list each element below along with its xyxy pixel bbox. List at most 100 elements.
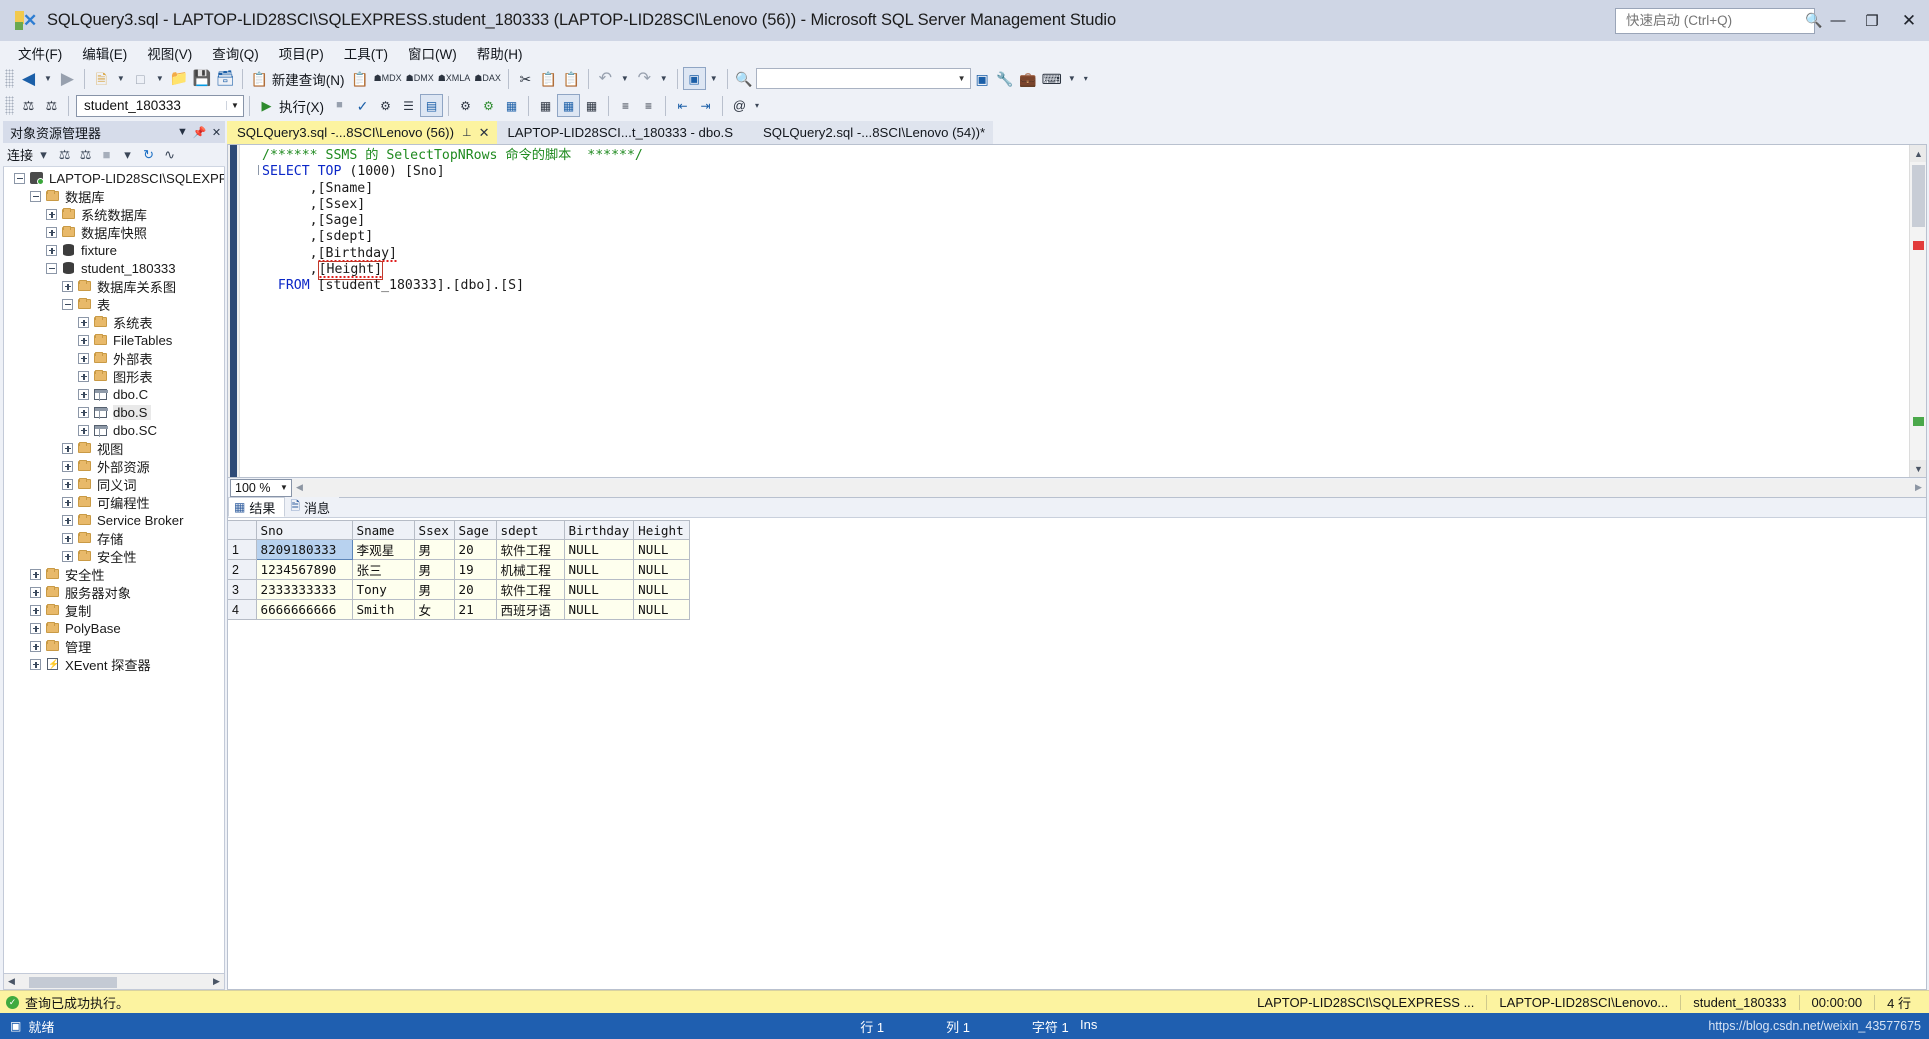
navigate-forward-icon[interactable]: ▶ bbox=[56, 67, 79, 90]
include-live-stats-icon[interactable]: ⚙ bbox=[477, 94, 500, 117]
tree-node[interactable]: 复制 bbox=[4, 601, 224, 619]
tree-expander-icon[interactable] bbox=[46, 262, 57, 274]
tree-expander-icon[interactable] bbox=[46, 244, 57, 256]
tree-expander-icon[interactable] bbox=[62, 442, 73, 454]
grid-cell[interactable]: NULL bbox=[633, 559, 691, 580]
table-row[interactable]: 4 6666666666 Smith 女 21 西班牙语 NULL NULL bbox=[228, 599, 691, 620]
disconnect-plug-icon[interactable]: ⚖ bbox=[75, 147, 96, 163]
menu-query[interactable]: 查询(Q) bbox=[202, 41, 269, 65]
tree-node[interactable]: 数据库快照 bbox=[4, 223, 224, 241]
quick-launch-input[interactable] bbox=[1624, 12, 1805, 29]
editor-code[interactable]: /****** SSMS 的 SelectTopNRows 命令的脚本 ****… bbox=[258, 145, 1909, 477]
database-selector-arrow-icon[interactable]: ▼ bbox=[226, 101, 243, 110]
minimize-button[interactable]: — bbox=[1821, 0, 1855, 41]
tab-close-icon[interactable]: ✕ bbox=[479, 125, 490, 141]
find-combo[interactable]: ▼ bbox=[755, 68, 971, 89]
tree-node[interactable]: dbo.C bbox=[4, 385, 224, 403]
grid-cell[interactable]: 20 bbox=[453, 539, 497, 560]
results-grid[interactable]: Sno Sname Ssex Sage sdept Birthday Height 1 8209… bbox=[228, 520, 691, 620]
options-wrench-icon[interactable]: 🔧 bbox=[994, 67, 1017, 90]
tree-node[interactable]: 安全性 bbox=[4, 565, 224, 583]
menu-project[interactable]: 项目(P) bbox=[269, 41, 334, 65]
tree-node[interactable]: Service Broker bbox=[4, 511, 224, 529]
editor-scroll-down-icon[interactable]: ▼ bbox=[1910, 460, 1926, 477]
tree-expander-icon[interactable] bbox=[62, 280, 73, 292]
panel-close-icon[interactable]: ✕ bbox=[208, 126, 225, 139]
menu-file[interactable]: 文件(F) bbox=[8, 41, 72, 65]
editor-scroll-up-icon[interactable]: ▲ bbox=[1910, 145, 1926, 162]
grid-row-number[interactable]: 1 bbox=[228, 539, 257, 560]
sqlcmd-mode-icon[interactable]: ▦ bbox=[500, 94, 523, 117]
grid-cell[interactable]: 20 bbox=[453, 579, 497, 600]
grid-cell[interactable]: Smith bbox=[351, 599, 415, 620]
menu-window[interactable]: 窗口(W) bbox=[398, 41, 467, 65]
navigate-back-icon[interactable]: ◀ bbox=[17, 67, 40, 90]
menu-view[interactable]: 视图(V) bbox=[137, 41, 202, 65]
undo-dropdown-icon[interactable]: ▼ bbox=[617, 74, 633, 83]
new-query-icon[interactable]: 📋 bbox=[248, 67, 271, 90]
tab-messages[interactable]: 🗎 消息 bbox=[285, 497, 340, 517]
tree-expander-icon[interactable] bbox=[14, 172, 25, 184]
xml-editor-icon[interactable]: ▣ bbox=[971, 67, 994, 90]
new-mdx-query-icon[interactable]: ☗MDX bbox=[372, 67, 404, 90]
add-new-item-icon[interactable]: □ bbox=[129, 67, 152, 90]
tree-expander-icon[interactable] bbox=[30, 640, 41, 652]
hscroll-thumb[interactable] bbox=[29, 976, 117, 988]
menu-edit[interactable]: 编辑(E) bbox=[72, 41, 137, 65]
display-estimated-plan-icon[interactable]: ⚙ bbox=[374, 94, 397, 117]
grid-cell[interactable]: 张三 bbox=[351, 559, 415, 580]
close-button[interactable]: ✕ bbox=[1889, 0, 1929, 41]
tree-expander-icon[interactable] bbox=[78, 388, 89, 400]
results-to-file-icon[interactable]: ▦ bbox=[580, 94, 603, 117]
grid-cell[interactable]: NULL bbox=[563, 579, 635, 600]
tree-node[interactable]: student_180333 bbox=[4, 259, 224, 277]
tree-expander-icon[interactable] bbox=[46, 208, 57, 220]
tree-node[interactable]: LAPTOP-LID28SCI\SQLEXPRES bbox=[4, 169, 224, 187]
comment-lines-icon[interactable]: ≡ bbox=[614, 94, 637, 117]
sql-editor[interactable]: /****** SSMS 的 SelectTopNRows 命令的脚本 ****… bbox=[227, 144, 1927, 478]
toolbar-overflow-icon[interactable]: ▾ bbox=[1080, 74, 1092, 83]
grid-cell[interactable]: 6666666666 bbox=[255, 599, 353, 620]
refresh-icon[interactable]: ↻ bbox=[138, 147, 159, 163]
copy-icon[interactable]: 📋 bbox=[537, 67, 560, 90]
tree-node[interactable]: 系统表 bbox=[4, 313, 224, 331]
add-item-dropdown-icon[interactable]: ▼ bbox=[152, 74, 168, 83]
new-dmx-query-icon[interactable]: ☗DMX bbox=[404, 67, 436, 90]
grid-col-header[interactable]: Sno bbox=[255, 520, 353, 540]
tree-node[interactable]: dbo.SC bbox=[4, 421, 224, 439]
include-client-statistics-icon[interactable]: ⚙ bbox=[454, 94, 477, 117]
grid-col-header[interactable]: Height bbox=[633, 520, 691, 540]
tree-expander-icon[interactable] bbox=[30, 658, 41, 670]
menu-tools[interactable]: 工具(T) bbox=[334, 41, 398, 65]
table-row[interactable]: 2 1234567890 张三男 19 机械工程 NULL NULL bbox=[228, 559, 691, 580]
grid-cell[interactable]: NULL bbox=[563, 599, 635, 620]
tree-node[interactable]: ⚡ XEvent 探查器 bbox=[4, 655, 224, 673]
tree-node[interactable]: 服务器对象 bbox=[4, 583, 224, 601]
summary-dropdown-icon[interactable]: ▼ bbox=[706, 74, 722, 83]
grid-cell[interactable]: Tony bbox=[351, 579, 415, 600]
summary-page-icon[interactable]: ▣ bbox=[682, 67, 706, 90]
command-dropdown-icon[interactable]: ▼ bbox=[1064, 74, 1080, 83]
save-icon[interactable]: 💾 bbox=[191, 67, 214, 90]
tree-expander-icon[interactable] bbox=[62, 550, 73, 562]
sql-toolbar-grip[interactable] bbox=[5, 96, 14, 115]
query-options-icon[interactable]: ☰ bbox=[397, 94, 420, 117]
tree-expander-icon[interactable] bbox=[46, 226, 57, 238]
tree-expander-icon[interactable] bbox=[30, 568, 41, 580]
tree-node[interactable]: PolyBase bbox=[4, 619, 224, 637]
cut-icon[interactable]: ✂ bbox=[514, 67, 537, 90]
zoom-value[interactable]: 100 % bbox=[231, 481, 277, 495]
tree-node[interactable]: 表 bbox=[4, 295, 224, 313]
tree-node[interactable]: fixture bbox=[4, 241, 224, 259]
new-xmla-query-icon[interactable]: ☗XMLA bbox=[436, 67, 473, 90]
redo-dropdown-icon[interactable]: ▼ bbox=[656, 74, 672, 83]
tree-node[interactable]: 数据库 bbox=[4, 187, 224, 205]
help-at-icon[interactable]: @ bbox=[728, 94, 751, 117]
tree-expander-icon[interactable] bbox=[78, 316, 89, 328]
grid-cell[interactable]: 19 bbox=[453, 559, 497, 580]
grid-cell[interactable]: 1234567890 bbox=[255, 559, 353, 580]
tree-expander-icon[interactable] bbox=[62, 532, 73, 544]
sql-toolbar-overflow-icon[interactable]: ▾ bbox=[751, 101, 763, 110]
editor-vertical-scrollbar[interactable]: ▲ ▼ bbox=[1909, 145, 1926, 477]
tree-node[interactable]: 同义词 bbox=[4, 475, 224, 493]
